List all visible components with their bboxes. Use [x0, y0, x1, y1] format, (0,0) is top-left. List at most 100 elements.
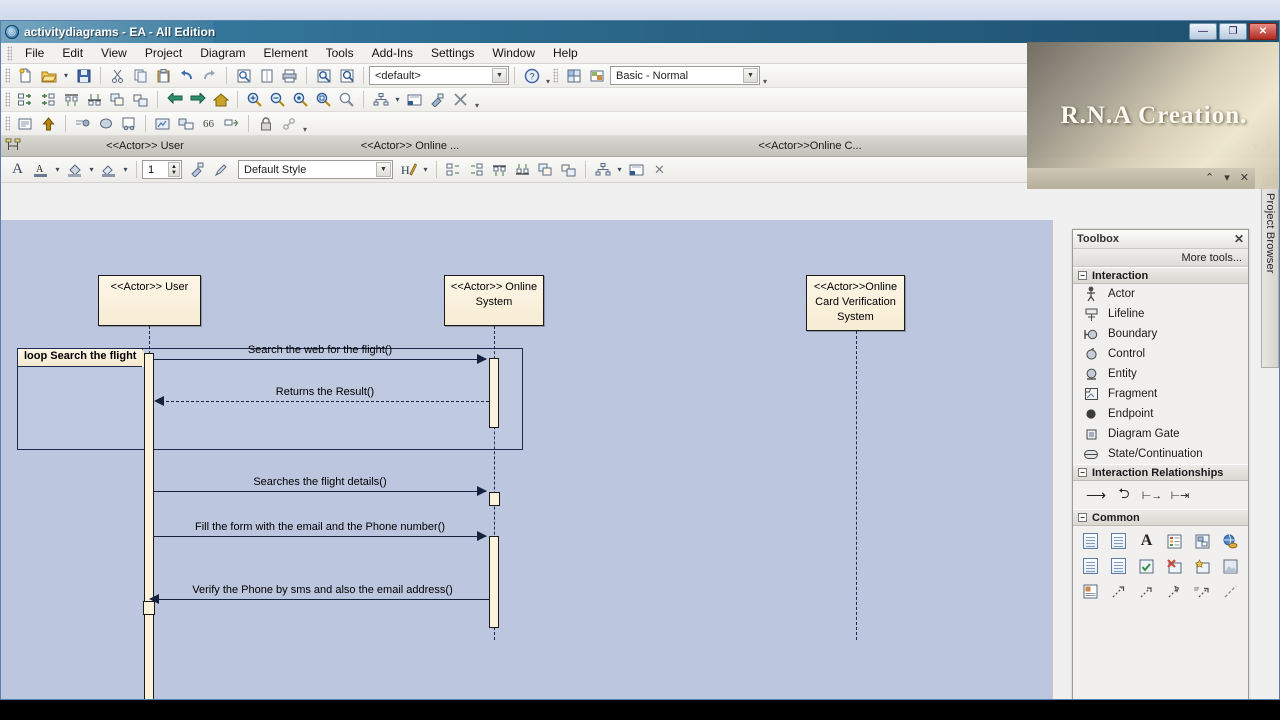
delete-icon[interactable]	[450, 90, 471, 110]
align-right-icon[interactable]	[466, 160, 487, 180]
link-icon[interactable]	[278, 114, 299, 134]
search-diagram-icon[interactable]	[336, 66, 357, 86]
toolbox-cell-web-hyperlink[interactable]	[1216, 532, 1244, 550]
close-button[interactable]: ✕	[1249, 23, 1277, 40]
insert-related-element-icon[interactable]	[15, 90, 36, 110]
collapse-expander-icon[interactable]: −	[1078, 468, 1087, 477]
eye-scan-icon[interactable]: 66	[198, 114, 219, 134]
canvas-vertical-scrollbar[interactable]	[1052, 220, 1066, 699]
menu-grip[interactable]	[7, 45, 12, 61]
style-select[interactable]: Default Style ▼	[238, 160, 393, 179]
maximize-button[interactable]: ❐	[1219, 23, 1247, 40]
toolbar-grip-4[interactable]	[5, 116, 10, 131]
lifeline-tab-online-card[interactable]: <<Actor>>Online C...	[640, 136, 980, 156]
toolbox-cell-change[interactable]	[1188, 557, 1216, 575]
print-icon[interactable]	[279, 66, 300, 86]
menu-tools[interactable]: Tools	[317, 44, 363, 62]
menu-edit[interactable]: Edit	[53, 44, 92, 62]
redo-icon[interactable]	[199, 66, 220, 86]
line-color-dropdown-icon[interactable]: ▾	[121, 160, 130, 180]
toolbox-cell-note[interactable]	[1077, 532, 1105, 550]
paste-icon[interactable]	[153, 66, 174, 86]
chevron-down-icon[interactable]: ▼	[376, 162, 391, 177]
pan-and-zoom-icon[interactable]	[175, 114, 196, 134]
call-from-recursion-icon[interactable]: ⊢⇥	[1169, 487, 1191, 503]
font-color-icon[interactable]: A	[30, 160, 51, 180]
close-format-icon[interactable]: ✕	[649, 160, 670, 180]
format-painter-icon[interactable]	[427, 90, 448, 110]
zoom-to-fit-icon[interactable]	[290, 90, 311, 110]
same-height-icon[interactable]	[558, 160, 579, 180]
message-arrow-icon[interactable]: ⟶	[1085, 487, 1107, 503]
more-tools-button[interactable]: More tools...	[1073, 249, 1248, 267]
activation-online-1[interactable]	[489, 358, 499, 428]
line-width-stepper[interactable]: 1 ▲ ▼	[142, 160, 182, 179]
loop-fragment[interactable]: loop Search the flight	[17, 348, 523, 450]
navigate-forward-icon[interactable]	[187, 90, 208, 110]
font-icon[interactable]: A	[7, 160, 28, 180]
menu-window[interactable]: Window	[483, 44, 544, 62]
line-brush-icon[interactable]	[210, 160, 231, 180]
align-bottom-edges-icon[interactable]	[512, 160, 533, 180]
message-line-3[interactable]	[154, 491, 486, 492]
sequence-diagram[interactable]: loop Search the flight <<Actor>> User <<…	[1, 220, 1065, 699]
save-icon[interactable]	[73, 66, 94, 86]
group-icon[interactable]	[107, 90, 128, 110]
menu-view[interactable]: View	[92, 44, 136, 62]
collapse-expander-icon[interactable]: −	[1078, 513, 1087, 522]
toolbox-cell-boundary-box[interactable]	[1161, 532, 1189, 550]
toolbox-item-boundary[interactable]: Boundary	[1073, 324, 1248, 344]
toolbox-item-control[interactable]: Control	[1073, 344, 1248, 364]
help-icon[interactable]: ?	[521, 66, 542, 86]
undo-icon[interactable]	[176, 66, 197, 86]
new-file-icon[interactable]	[15, 66, 36, 86]
same-width-icon[interactable]	[535, 160, 556, 180]
toolbox-cell-issue[interactable]	[1161, 557, 1189, 575]
copy-icon[interactable]	[130, 66, 151, 86]
model-view-icon[interactable]	[152, 114, 173, 134]
align-top-icon[interactable]	[61, 90, 82, 110]
home-icon[interactable]	[210, 90, 231, 110]
apply-style-icon[interactable]: H	[398, 160, 419, 180]
message-line-2[interactable]	[161, 401, 489, 402]
toolbox-item-actor[interactable]: Actor	[1073, 284, 1248, 304]
fill-brush-icon[interactable]	[187, 160, 208, 180]
navigate-back-icon[interactable]	[164, 90, 185, 110]
chevron-down-icon[interactable]: ▾	[1224, 171, 1230, 184]
cut-icon[interactable]	[107, 66, 128, 86]
lifeline-tab-user[interactable]: <<Actor>> User	[25, 136, 265, 156]
toolbox-item-endpoint[interactable]: Endpoint	[1073, 404, 1248, 424]
toolbox-cell-connector[interactable]	[1216, 582, 1244, 600]
toolbox-cell-note-link[interactable]	[1105, 532, 1133, 550]
open-dropdown-icon[interactable]: ▾	[61, 66, 71, 86]
lifeline-box-user[interactable]: <<Actor>> User	[98, 275, 201, 326]
collapse-icon[interactable]: ⌃	[1205, 171, 1214, 184]
toolbox-cell-information-flow[interactable]: IF	[1188, 582, 1216, 600]
message-line-1[interactable]	[154, 359, 486, 360]
diagram-filter-icon[interactable]	[626, 160, 647, 180]
align-top-edges-icon[interactable]	[489, 160, 510, 180]
toolbar-overflow-2[interactable]: ▾	[760, 66, 770, 86]
zoom-in-icon[interactable]	[244, 90, 265, 110]
insert-new-element-icon[interactable]	[38, 90, 59, 110]
close-icon[interactable]: ✕	[1240, 171, 1249, 184]
collapse-expander-icon[interactable]: −	[1078, 271, 1087, 280]
ungroup-icon[interactable]	[130, 90, 151, 110]
toolbox-cell-dependency[interactable]	[1133, 582, 1161, 600]
up-level-icon[interactable]	[38, 114, 59, 134]
toolbar-overflow-1[interactable]: ▾	[543, 66, 553, 86]
package-control-icon[interactable]	[15, 114, 36, 134]
toolbox-cell-trace[interactable]	[1105, 582, 1133, 600]
toolbox-item-state-continuation[interactable]: State/Continuation	[1073, 444, 1248, 464]
self-message-icon[interactable]: ⮌	[1113, 485, 1135, 503]
chevron-down-icon[interactable]: ▼	[492, 68, 507, 83]
zoom-100-icon[interactable]	[336, 90, 357, 110]
lock-icon[interactable]	[255, 114, 276, 134]
message-line-5[interactable]	[156, 599, 489, 600]
toolbox-cell-text[interactable]: A	[1133, 532, 1161, 550]
diagram-canvas[interactable]: loop Search the flight <<Actor>> User <<…	[1, 220, 1066, 699]
toolbox-item-lifeline[interactable]: Lifeline	[1073, 304, 1248, 324]
menu-settings[interactable]: Settings	[422, 44, 483, 62]
page-setup-icon[interactable]	[256, 66, 277, 86]
hierarchy-icon[interactable]	[370, 90, 391, 110]
